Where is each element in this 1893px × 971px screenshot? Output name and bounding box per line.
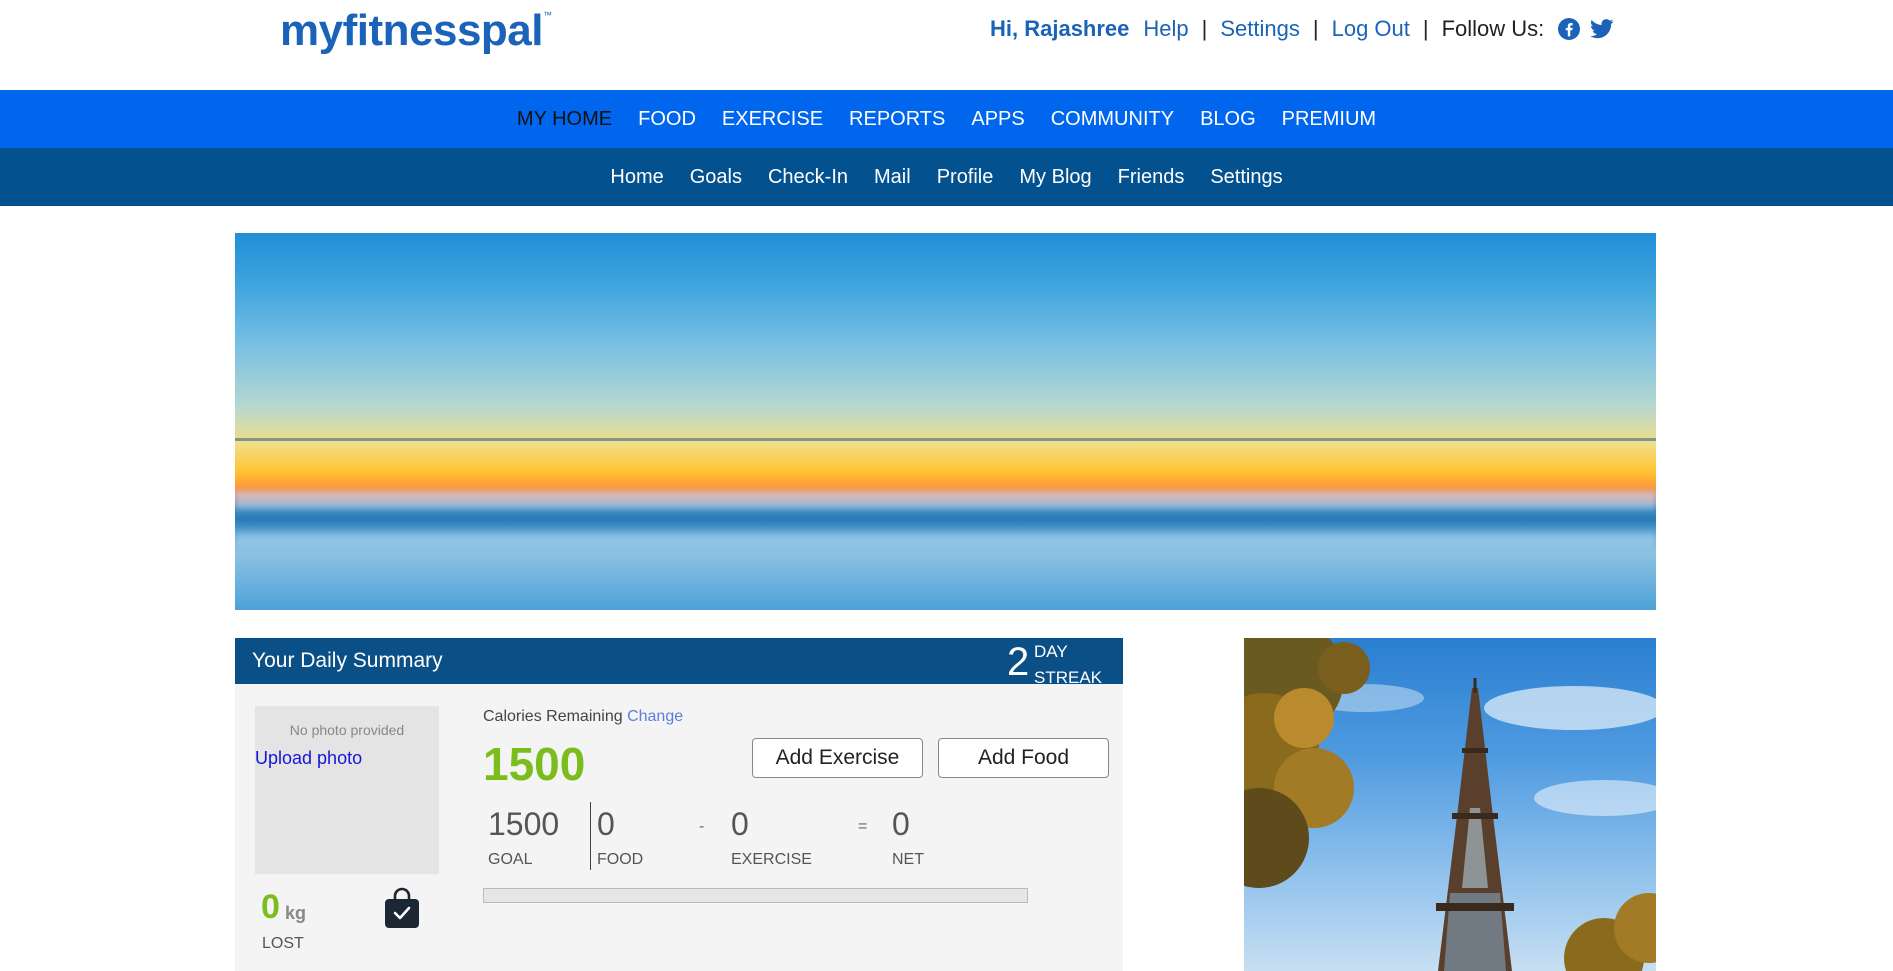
follow-us-label: Follow Us: <box>1441 16 1545 41</box>
add-food-button[interactable]: Add Food <box>938 738 1109 778</box>
subnav-profile[interactable]: Profile <box>937 166 994 189</box>
help-link[interactable]: Help <box>1143 16 1188 42</box>
subnav-friends[interactable]: Friends <box>1118 166 1185 189</box>
nav-community[interactable]: COMMUNITY <box>1051 108 1174 131</box>
banner-image <box>235 233 1656 610</box>
streak-label: DAY STREAK <box>1034 642 1103 687</box>
streak-count: 2 <box>1007 640 1030 684</box>
summary-title: Your Daily Summary <box>252 649 443 672</box>
separator: | <box>1201 16 1208 41</box>
subnav-settings[interactable]: Settings <box>1210 166 1282 189</box>
eiffel-tower-photo <box>1244 638 1656 971</box>
no-photo-text: No photo provided <box>289 722 405 738</box>
calories-remaining-label: Calories Remaining Change <box>483 708 684 725</box>
facebook-icon[interactable] <box>1558 18 1581 40</box>
minus-operator: - <box>699 818 705 835</box>
weight-lost-unit: kg <box>285 903 307 923</box>
subnav-goals[interactable]: Goals <box>690 166 742 189</box>
separator: | <box>1422 16 1429 41</box>
main-nav: MY HOME FOOD EXERCISE REPORTS APPS COMMU… <box>0 90 1893 148</box>
food-value: 0 <box>597 806 615 842</box>
equals-operator: = <box>858 818 868 835</box>
logout-link[interactable]: Log Out <box>1332 16 1410 42</box>
nav-premium[interactable]: PREMIUM <box>1282 108 1376 131</box>
subnav-my-blog[interactable]: My Blog <box>1019 166 1091 189</box>
nav-exercise[interactable]: EXERCISE <box>722 108 823 131</box>
twitter-icon[interactable] <box>1590 18 1614 40</box>
weight-lost-value: 0 <box>261 888 280 926</box>
water-streak <box>235 533 1656 547</box>
nav-blog[interactable]: BLOG <box>1200 108 1256 131</box>
exercise-label: EXERCISE <box>731 851 812 868</box>
myfitnesspal-logo[interactable]: myfitnesspal™ <box>280 6 552 56</box>
daily-summary: Your Daily Summary 2 DAY STREAK No photo … <box>235 638 1123 971</box>
divider <box>590 802 591 870</box>
net-value: 0 <box>892 806 910 842</box>
goal-label: GOAL <box>488 851 533 868</box>
upload-photo-link[interactable]: Upload photo <box>255 748 362 769</box>
weight-lost-label: LOST <box>262 935 304 952</box>
net-label: NET <box>892 851 924 868</box>
subnav-mail[interactable]: Mail <box>874 166 911 189</box>
shopping-bag-check-icon[interactable] <box>383 887 421 929</box>
user-greeting: Hi, Rajashree <box>990 16 1130 41</box>
exercise-value: 0 <box>731 806 749 842</box>
nav-food[interactable]: FOOD <box>638 108 696 131</box>
calories-remaining-value: 1500 <box>483 738 586 790</box>
goal-value: 1500 <box>488 806 560 842</box>
settings-link[interactable]: Settings <box>1220 16 1300 42</box>
profile-photo-placeholder: No photo provided Upload photo <box>255 706 439 874</box>
water-streak <box>235 491 1656 509</box>
calorie-progress-bar <box>483 888 1028 903</box>
nav-my-home[interactable]: MY HOME <box>517 108 612 131</box>
add-exercise-button[interactable]: Add Exercise <box>752 738 923 778</box>
subnav-home[interactable]: Home <box>610 166 663 189</box>
nav-apps[interactable]: APPS <box>971 108 1024 131</box>
top-header: myfitnesspal™ Hi, Rajashree Help | Setti… <box>0 0 1893 90</box>
sub-nav: Home Goals Check-In Mail Profile My Blog… <box>0 148 1893 206</box>
subnav-check-in[interactable]: Check-In <box>768 166 848 189</box>
separator: | <box>1312 16 1319 41</box>
change-link[interactable]: Change <box>627 708 683 725</box>
nav-reports[interactable]: REPORTS <box>849 108 945 131</box>
top-links: Hi, Rajashree Help | Settings | Log Out … <box>990 16 1614 42</box>
horizon-line <box>235 438 1656 441</box>
summary-header: Your Daily Summary 2 DAY STREAK <box>235 638 1123 687</box>
food-label: FOOD <box>597 851 644 868</box>
